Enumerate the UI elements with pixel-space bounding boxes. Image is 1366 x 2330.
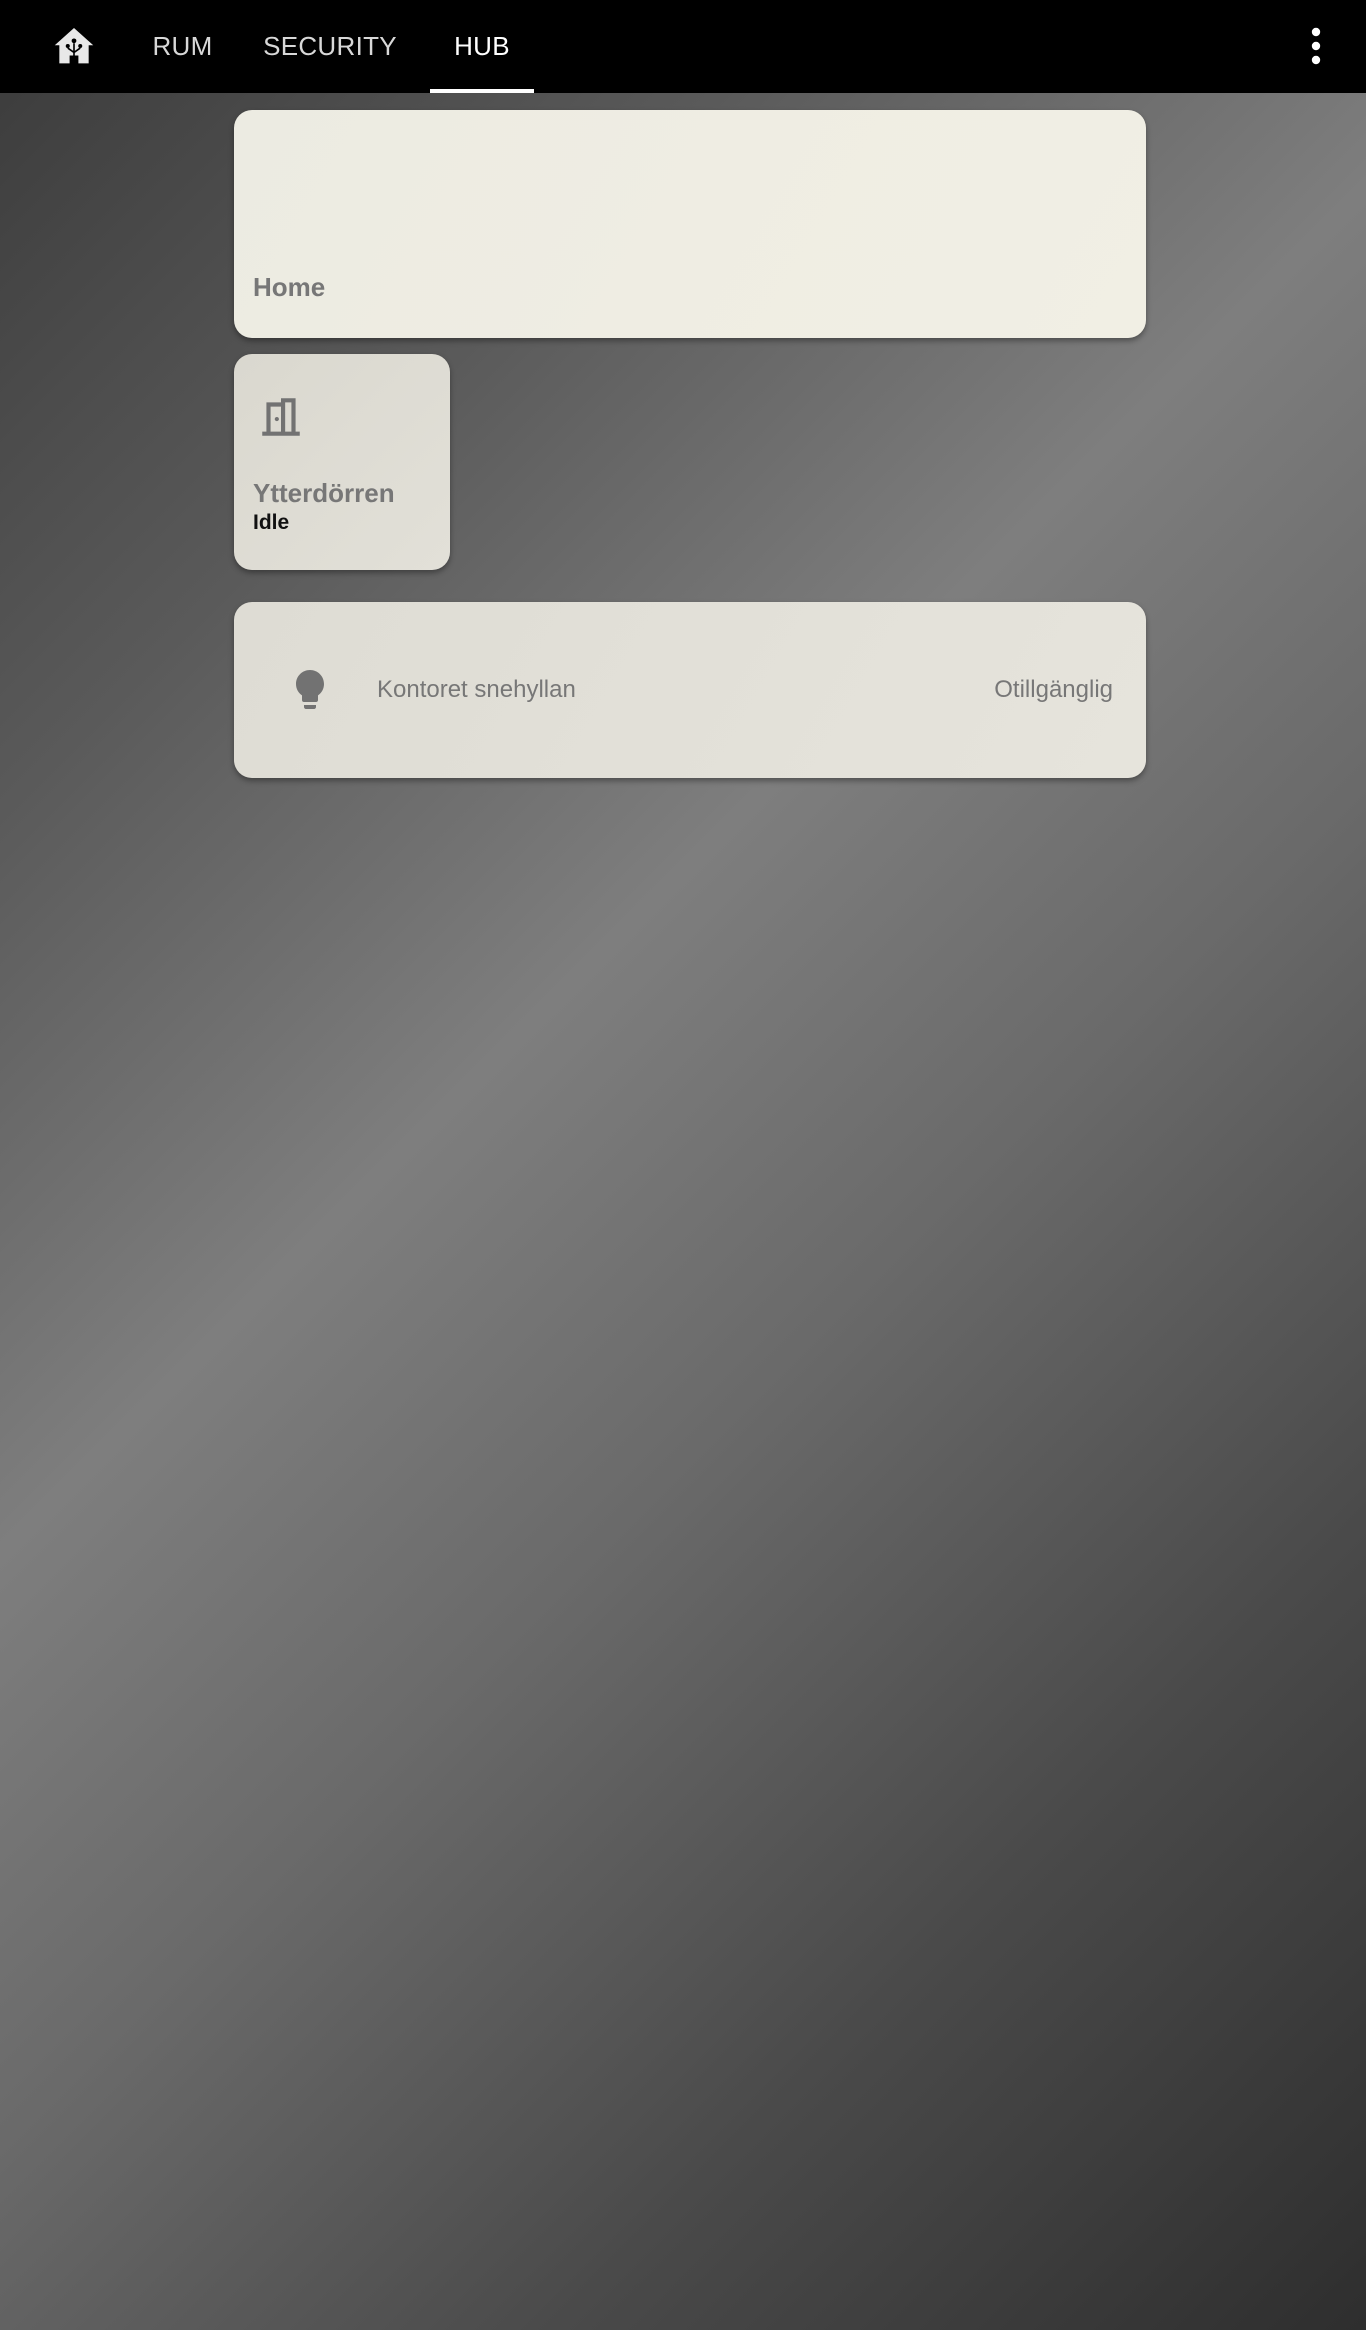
entity-state: Otillgänglig <box>994 676 1113 703</box>
door-icon <box>256 392 306 442</box>
entity-row-kontoret-snehyllan[interactable]: Kontoret snehyllan Otillgänglig <box>234 602 1146 778</box>
tab-security-label: SECURITY <box>263 31 397 61</box>
entities-card: Kontoret snehyllan Otillgänglig <box>234 602 1146 778</box>
top-app-bar: RUM SECURITY HUB <box>0 0 1366 93</box>
tab-hub[interactable]: HUB <box>430 0 534 93</box>
lightbulb-icon <box>286 666 334 714</box>
tab-security[interactable]: SECURITY <box>230 0 430 93</box>
home-assistant-icon[interactable] <box>50 22 98 70</box>
picture-card-title: Home <box>253 272 326 302</box>
dots-vertical-icon <box>1311 27 1321 65</box>
overflow-menu-button[interactable] <box>1296 24 1336 68</box>
entity-name: Kontoret snehyllan <box>377 676 576 703</box>
active-tab-indicator <box>430 89 534 93</box>
door-button-tile[interactable]: Ytterdörren Idle <box>234 354 450 570</box>
door-tile-name: Ytterdörren <box>253 478 395 508</box>
door-tile-state: Idle <box>253 511 290 534</box>
tab-rum[interactable]: RUM <box>135 0 230 93</box>
tab-hub-label: HUB <box>454 31 510 61</box>
view-tabs: RUM SECURITY HUB <box>135 0 534 93</box>
tab-rum-label: RUM <box>152 31 213 61</box>
home-picture-card[interactable]: Home <box>234 110 1146 338</box>
